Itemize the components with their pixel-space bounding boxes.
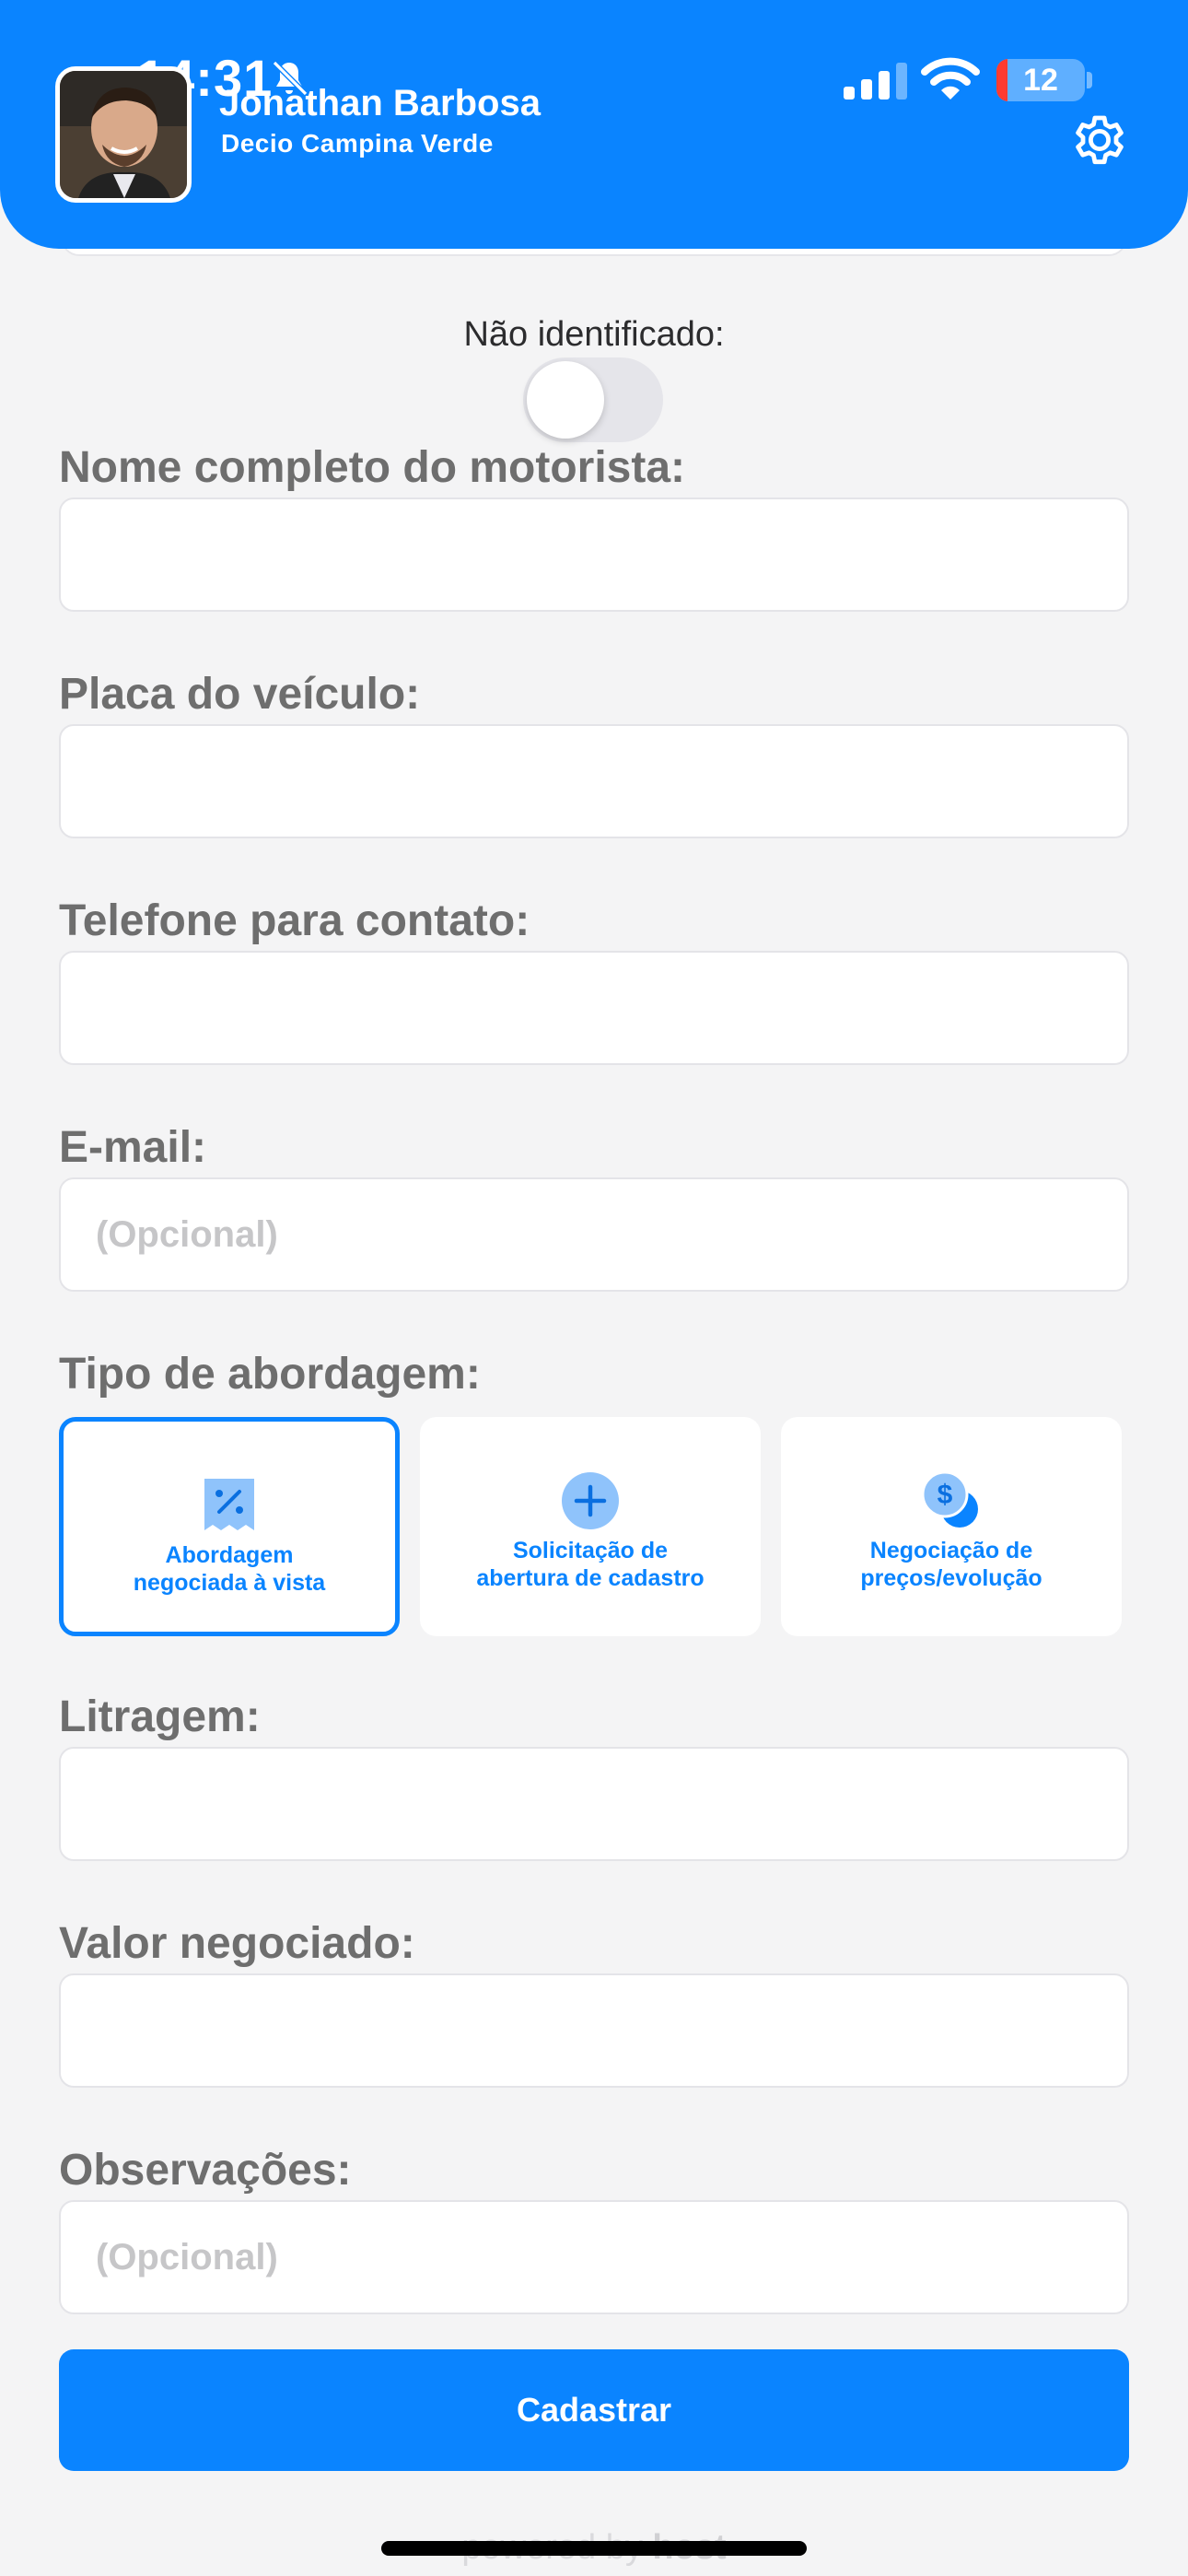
email-input[interactable] [59, 1177, 1129, 1292]
approach-option-pricing[interactable]: $ Negociação de preços/evolução [781, 1417, 1122, 1636]
user-location: Decio Campina Verde [221, 129, 494, 158]
phone-label: Telefone para contato: [59, 896, 530, 945]
battery-percent: 12 [1023, 63, 1058, 98]
email-label: E-mail: [59, 1123, 207, 1172]
wifi-icon [921, 57, 980, 100]
litragem-input[interactable] [59, 1747, 1129, 1861]
unidentified-toggle[interactable] [523, 357, 663, 442]
approach-option-cash-line1: Abordagem [165, 1542, 294, 1568]
plus-circle-icon [562, 1472, 619, 1529]
phone-input[interactable] [59, 951, 1129, 1065]
approach-option-registration-line1: Solicitação de [512, 1538, 669, 1563]
valor-input[interactable] [59, 1973, 1129, 2088]
approach-option-registration-line2: abertura de cadastro [476, 1565, 705, 1591]
cadastrar-button[interactable]: Cadastrar [59, 2349, 1129, 2471]
unidentified-label: Não identificado: [463, 315, 725, 354]
discount-ticket-icon [204, 1479, 254, 1530]
user-name: Jonathan Barbosa [219, 83, 541, 123]
driver-name-input[interactable] [59, 498, 1129, 612]
litragem-label: Litragem: [59, 1692, 261, 1741]
plate-input[interactable] [59, 724, 1129, 838]
approach-option-pricing-line1: Negociação de [869, 1538, 1033, 1563]
valor-label: Valor negociado: [59, 1919, 415, 1968]
app-header: 14:31 12 Jonathan Barbosa Decio Campina … [0, 0, 1188, 249]
price-coins-icon: $ [921, 1470, 978, 1528]
toggle-knob [527, 361, 604, 439]
battery-indicator: 12 [996, 59, 1085, 101]
avatar[interactable] [55, 66, 192, 203]
settings-gear-icon[interactable] [1066, 107, 1133, 173]
observacoes-label: Observações: [59, 2146, 352, 2195]
approach-option-registration[interactable]: Solicitação de abertura de cadastro [420, 1417, 761, 1636]
observacoes-input[interactable] [59, 2200, 1129, 2314]
svg-text:$: $ [938, 1480, 953, 1510]
driver-name-label: Nome completo do motorista: [59, 443, 686, 492]
cellular-signal-icon [844, 63, 907, 100]
approach-option-pricing-line2: preços/evolução [860, 1565, 1042, 1591]
approach-option-cash-line2: negociada à vista [133, 1570, 326, 1596]
battery-nub [1087, 72, 1092, 88]
approach-option-cash[interactable]: Abordagem negociada à vista [59, 1417, 400, 1636]
avatar-photo [60, 71, 187, 198]
home-indicator[interactable] [381, 2541, 807, 2556]
approach-type-label: Tipo de abordagem: [59, 1350, 481, 1399]
plate-label: Placa do veículo: [59, 670, 421, 719]
